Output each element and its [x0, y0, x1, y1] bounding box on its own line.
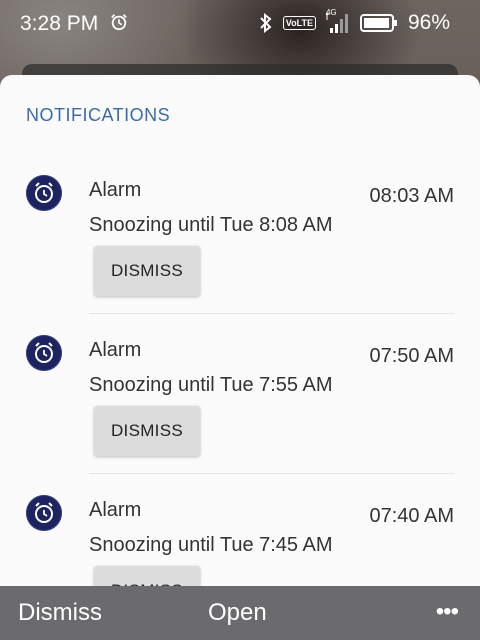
status-bar: 3:28 PM VoLTE 4G 96% — [0, 0, 480, 48]
battery-icon — [359, 14, 397, 32]
notification-text: Snoozing until Tue 8:08 AM — [89, 214, 333, 236]
alarm-app-icon — [26, 175, 62, 211]
bottom-action-bar: Dismiss Open ••• — [0, 586, 480, 640]
dismiss-button[interactable]: Dismiss — [18, 599, 102, 627]
notification-text: Snoozing until Tue 7:45 AM — [89, 534, 333, 556]
battery-percent: 96% — [407, 11, 450, 34]
notification-panel: NOTIFICATIONS Alarm Snoozing until Tue 8… — [0, 75, 480, 586]
open-button[interactable]: Open — [208, 599, 267, 627]
signal-strength-icon: 4G — [325, 8, 350, 34]
volte-badge: VoLTE — [282, 16, 316, 30]
alarm-app-icon — [26, 335, 62, 371]
notification-title: Alarm — [89, 179, 142, 201]
more-options-icon[interactable]: ••• — [436, 598, 459, 626]
notification-item[interactable]: Alarm Snoozing until Tue 8:08 AM 08:03 A… — [0, 152, 480, 312]
notification-time: 07:40 AM — [369, 505, 454, 527]
notification-time: 08:03 AM — [369, 185, 454, 207]
notification-title: Alarm — [89, 499, 142, 521]
dismiss-alarm-button[interactable]: DISMISS — [94, 406, 200, 456]
dismiss-alarm-button[interactable]: DISMISS — [94, 566, 200, 586]
bluetooth-icon — [260, 13, 272, 33]
notification-time: 07:50 AM — [369, 345, 454, 367]
status-right: VoLTE 4G 96% — [259, 8, 450, 35]
notification-item[interactable]: Alarm Snoozing until Tue 7:55 AM 07:50 A… — [0, 312, 480, 472]
notification-title: Alarm — [89, 339, 142, 361]
panel-title: NOTIFICATIONS — [26, 105, 171, 125]
alarm-app-icon — [26, 495, 62, 531]
alarm-clock-icon — [111, 14, 127, 31]
dismiss-alarm-button[interactable]: DISMISS — [94, 246, 200, 296]
status-time: 3:28 PM — [20, 12, 99, 35]
notification-text: Snoozing until Tue 7:55 AM — [89, 374, 333, 396]
notification-item[interactable]: Alarm Snoozing until Tue 7:45 AM 07:40 A… — [0, 472, 480, 586]
